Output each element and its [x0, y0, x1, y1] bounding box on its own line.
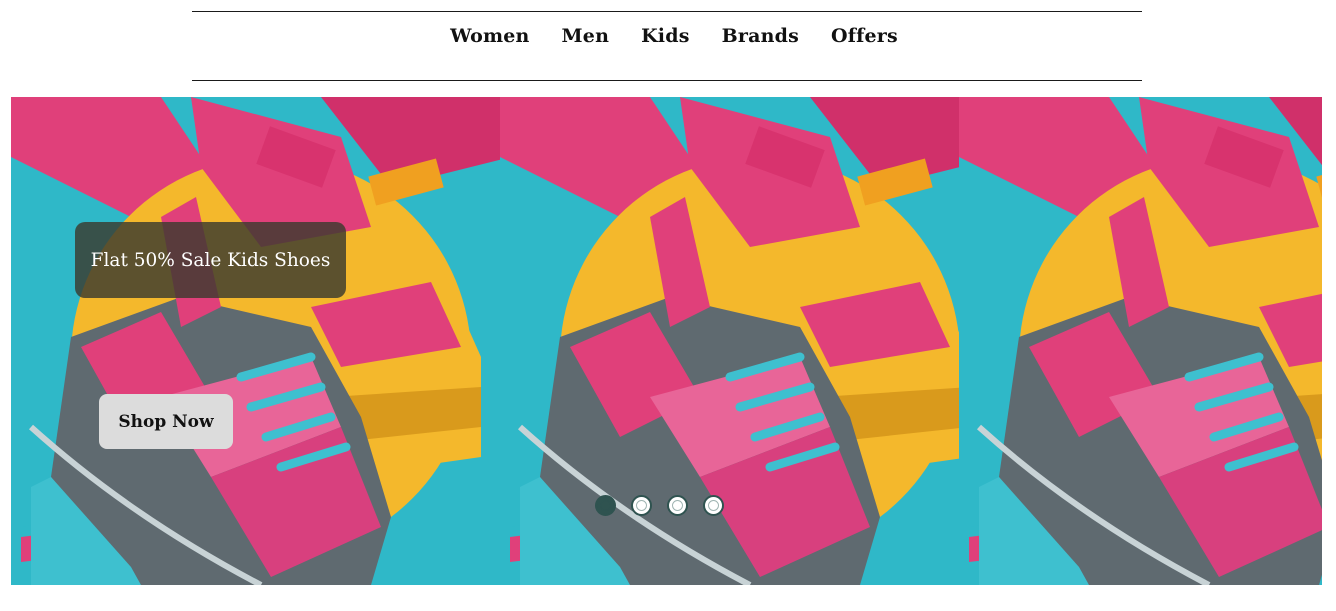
shop-now-label: Shop Now — [118, 411, 214, 432]
hero-slide-image — [500, 97, 959, 585]
hero-slide-image — [959, 97, 1322, 585]
carousel-dot[interactable] — [631, 495, 652, 516]
sneaker-illustration — [11, 97, 500, 585]
nav-item-women[interactable]: Women — [450, 25, 529, 47]
nav-item-brands[interactable]: Brands — [722, 25, 799, 47]
carousel-dot[interactable] — [595, 495, 616, 516]
carousel-dot[interactable] — [667, 495, 688, 516]
carousel-dot[interactable] — [703, 495, 724, 516]
hero-carousel: Flat 50% Sale Kids Shoes Shop Now — [11, 97, 1322, 585]
nav-item-offers[interactable]: Offers — [831, 25, 898, 47]
nav-item-kids[interactable]: Kids — [641, 25, 690, 47]
carousel-indicators — [595, 495, 724, 516]
promo-caption-text: Flat 50% Sale Kids Shoes — [90, 249, 331, 271]
sneaker-illustration — [500, 97, 959, 585]
nav-item-men[interactable]: Men — [562, 25, 610, 47]
nav-menu: Women Men Kids Brands Offers — [436, 25, 898, 47]
sneaker-illustration — [959, 97, 1322, 585]
shop-now-button[interactable]: Shop Now — [99, 394, 233, 449]
hero-slide-image — [11, 97, 500, 585]
promo-caption: Flat 50% Sale Kids Shoes — [75, 222, 346, 298]
top-navigation: Women Men Kids Brands Offers — [192, 11, 1142, 81]
